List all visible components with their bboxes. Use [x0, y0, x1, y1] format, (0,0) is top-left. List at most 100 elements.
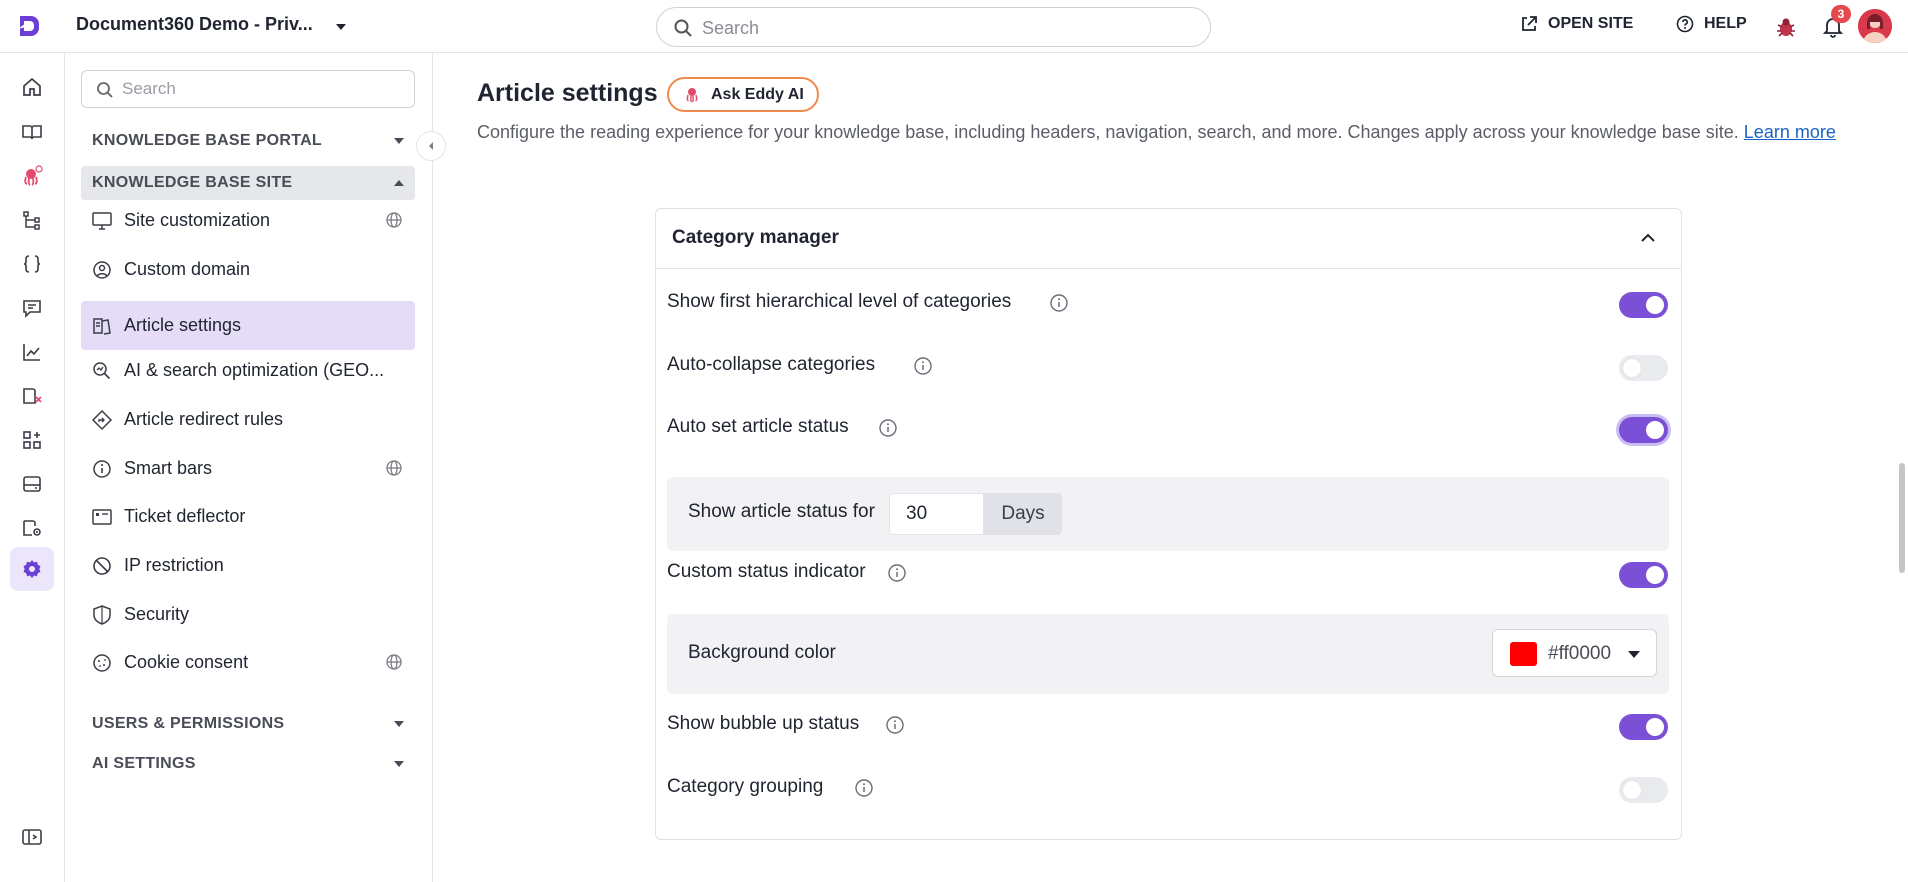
global-search[interactable] — [656, 7, 1211, 47]
setting-label: Auto set article status — [667, 416, 849, 437]
info-icon[interactable] — [1049, 293, 1069, 313]
sidebar-toggle-icon — [22, 829, 42, 845]
rail-analytics[interactable] — [10, 330, 54, 374]
icon-rail — [0, 53, 65, 882]
nav-item-custom-domain[interactable]: Custom domain — [81, 245, 415, 294]
rail-collapse[interactable] — [10, 815, 54, 859]
rail-home[interactable] — [10, 65, 54, 109]
setting-show-first-level: Show first hierarchical level of categor… — [667, 289, 1668, 319]
ask-eddy-ai-button[interactable]: Ask Eddy AI — [667, 77, 819, 112]
settings-nav: KNOWLEDGE BASE PORTAL KNOWLEDGE BASE SIT… — [65, 53, 446, 882]
toggle-category-grouping[interactable] — [1619, 777, 1668, 803]
info-icon[interactable] — [885, 715, 905, 735]
nav-item-label: IP restriction — [124, 555, 224, 575]
domain-icon — [93, 260, 111, 279]
notification-badge: 3 — [1831, 5, 1851, 23]
setting-label: Show first hierarchical level of categor… — [667, 291, 1012, 312]
rail-api[interactable] — [10, 242, 54, 286]
info-icon[interactable] — [913, 356, 933, 376]
background-color-label: Background color — [688, 642, 836, 663]
caret-down-icon — [394, 721, 404, 727]
drive-icon — [23, 476, 41, 492]
monitor-icon — [92, 211, 112, 230]
setting-auto-set-status: Auto set article status — [667, 414, 1668, 444]
setting-label: Auto-collapse categories — [667, 354, 876, 375]
cookie-icon — [93, 653, 111, 672]
help-button[interactable]: HELP — [1676, 15, 1747, 33]
nav-item-site-customization[interactable]: Site customization — [81, 196, 415, 245]
toggle-knob — [1623, 359, 1641, 377]
nav-search-input[interactable] — [122, 78, 402, 100]
eddy-ai-icon — [24, 165, 43, 186]
collapse-nav-button[interactable] — [416, 131, 446, 161]
nav-item-ip-restriction[interactable]: IP restriction — [81, 541, 415, 590]
nav-item-smart-bars[interactable]: Smart bars — [81, 444, 415, 493]
rail-hierarchy[interactable] — [10, 198, 54, 242]
nav-item-ai-search-optimization[interactable]: AI & search optimization (GEO... — [81, 346, 415, 395]
rail-feedback[interactable] — [10, 286, 54, 330]
background-color-picker[interactable]: #ff0000 — [1492, 629, 1657, 677]
nav-item-label: Cookie consent — [124, 652, 249, 672]
nav-item-article-redirect-rules[interactable]: Article redirect rules — [81, 395, 415, 444]
nav-item-label: Article redirect rules — [124, 409, 284, 429]
info-icon[interactable] — [854, 778, 874, 798]
info-icon[interactable] — [878, 418, 898, 438]
toggle-custom-status-indicator[interactable] — [1619, 562, 1668, 588]
toggle-bubble-up-status[interactable] — [1619, 714, 1668, 740]
info-icon — [93, 459, 111, 478]
section-knowledge-base-portal[interactable]: KNOWLEDGE BASE PORTAL — [81, 124, 415, 158]
setting-auto-collapse: Auto-collapse categories — [667, 352, 1668, 382]
background-color-panel: Background color #ff0000 — [667, 614, 1669, 694]
globe-icon — [386, 460, 402, 476]
card-header[interactable]: Category manager — [656, 209, 1681, 269]
category-manager-card: Category manager Show first hierarchical… — [655, 208, 1682, 840]
article-status-days-input[interactable] — [889, 493, 984, 535]
rail-widgets[interactable] — [10, 418, 54, 462]
nav-item-cookie-consent[interactable]: Cookie consent — [81, 638, 415, 687]
widgets-icon — [23, 431, 41, 449]
ticket-icon — [92, 508, 112, 525]
nav-item-ticket-deflector[interactable]: Ticket deflector — [81, 492, 415, 541]
toggle-show-first-level[interactable] — [1619, 292, 1668, 318]
nav-search[interactable] — [81, 70, 415, 108]
caret-down-icon — [1628, 651, 1640, 658]
document360-logo-icon[interactable] — [14, 12, 42, 40]
color-swatch — [1510, 642, 1537, 666]
nav-item-label: Article settings — [124, 315, 242, 335]
top-bar: Document360 Demo - Priv... OPEN SITE HEL… — [0, 0, 1908, 53]
section-ai-settings[interactable]: AI SETTINGS — [81, 747, 415, 781]
redirect-icon — [91, 409, 113, 430]
toggle-auto-set-status[interactable] — [1619, 417, 1668, 443]
rail-documentation[interactable] — [10, 110, 54, 154]
page-description-text: Configure the reading experience for you… — [477, 122, 1739, 142]
chevron-up-icon[interactable] — [1637, 227, 1659, 249]
article-settings-icon — [93, 317, 111, 335]
open-site-button[interactable]: OPEN SITE — [1520, 15, 1633, 33]
section-knowledge-base-site[interactable]: KNOWLEDGE BASE SITE — [81, 166, 415, 200]
rail-kb-settings[interactable] — [10, 506, 54, 550]
toggle-auto-collapse[interactable] — [1619, 355, 1668, 381]
search-icon — [674, 19, 692, 37]
bug-report-icon[interactable] — [1774, 15, 1798, 39]
avatar[interactable] — [1858, 9, 1892, 43]
chevron-down-icon[interactable] — [331, 17, 351, 37]
section-users-permissions[interactable]: USERS & PERMISSIONS — [81, 707, 415, 741]
help-icon — [1676, 15, 1694, 33]
main-content: Article settings Ask Eddy AI Configure t… — [433, 53, 1908, 882]
learn-more-link[interactable]: Learn more — [1744, 122, 1836, 142]
global-search-input[interactable] — [702, 16, 1182, 40]
globe-icon — [386, 212, 402, 228]
rail-eddy-ai[interactable] — [10, 154, 54, 198]
external-link-icon — [1522, 16, 1537, 31]
scrollbar-thumb[interactable] — [1899, 463, 1905, 573]
info-icon[interactable] — [887, 563, 907, 583]
nav-item-article-settings[interactable]: Article settings — [81, 301, 415, 350]
nav-item-security[interactable]: Security — [81, 590, 415, 639]
project-name[interactable]: Document360 Demo - Priv... — [76, 14, 313, 35]
setting-category-grouping: Category grouping — [667, 774, 1668, 804]
book-x-icon — [23, 388, 42, 404]
chevron-left-icon — [429, 142, 433, 150]
rail-broken-links[interactable] — [10, 374, 54, 418]
rail-settings[interactable] — [10, 547, 54, 591]
rail-drive[interactable] — [10, 462, 54, 506]
